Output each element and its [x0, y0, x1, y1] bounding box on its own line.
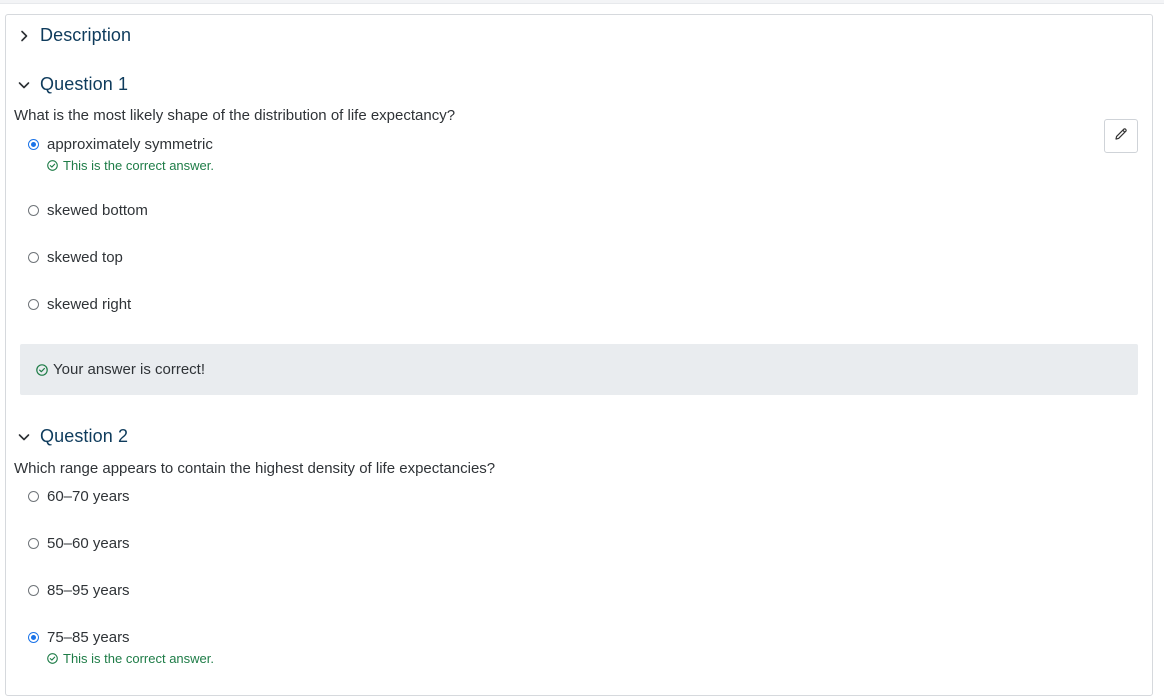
- chevron-down-icon: [16, 77, 32, 93]
- option-label: skewed top: [47, 249, 123, 266]
- q2-correct-note: This is the correct answer.: [47, 651, 214, 666]
- top-strip: [0, 0, 1164, 4]
- radio[interactable]: [28, 585, 39, 596]
- q2-option-1[interactable]: 60–70 years: [28, 488, 130, 505]
- radio[interactable]: [28, 491, 39, 502]
- q1-feedback: Your answer is correct!: [20, 344, 1138, 395]
- q1-option-3[interactable]: skewed top: [28, 249, 123, 266]
- q1-correct-note: This is the correct answer.: [47, 158, 214, 173]
- q2-option-3[interactable]: 85–95 years: [28, 582, 130, 599]
- q2-option-4[interactable]: 75–85 years: [28, 629, 130, 646]
- chevron-right-icon: [16, 28, 32, 44]
- radio[interactable]: [28, 538, 39, 549]
- q2-option-2[interactable]: 50–60 years: [28, 535, 130, 552]
- option-label: skewed right: [47, 296, 132, 313]
- check-circle-icon: [47, 160, 58, 171]
- question2-toggle[interactable]: Question 2: [16, 426, 128, 447]
- correct-note-text: This is the correct answer.: [63, 651, 214, 666]
- pencil-icon: [1114, 127, 1128, 146]
- edit-button[interactable]: [1104, 119, 1138, 153]
- radio[interactable]: [28, 205, 39, 216]
- option-label: 85–95 years: [47, 582, 130, 599]
- question1-title: Question 1: [40, 74, 129, 94]
- radio-selected[interactable]: [28, 139, 39, 150]
- question2-title: Question 2: [40, 426, 129, 446]
- quiz-panel: Description Question 1 What is the most …: [5, 14, 1153, 696]
- q1-option-1[interactable]: approximately symmetric: [28, 136, 213, 153]
- correct-note-text: This is the correct answer.: [63, 158, 214, 173]
- check-circle-icon: [36, 363, 48, 376]
- check-circle-icon: [47, 653, 58, 664]
- question1-prompt: What is the most likely shape of the dis…: [14, 107, 456, 124]
- question1-toggle[interactable]: Question 1: [16, 74, 128, 95]
- feedback-text: Your answer is correct!: [53, 361, 206, 378]
- option-label: 50–60 years: [47, 535, 130, 552]
- radio[interactable]: [28, 299, 39, 310]
- option-label: 75–85 years: [47, 629, 130, 646]
- option-label: skewed bottom: [47, 202, 148, 219]
- q1-option-4[interactable]: skewed right: [28, 296, 131, 313]
- q1-option-2[interactable]: skewed bottom: [28, 202, 148, 219]
- chevron-down-icon: [16, 429, 32, 445]
- option-label: approximately symmetric: [47, 136, 213, 153]
- radio-selected[interactable]: [28, 632, 39, 643]
- description-toggle[interactable]: Description: [16, 25, 131, 46]
- description-title: Description: [40, 25, 132, 45]
- question2-prompt: Which range appears to contain the highe…: [14, 460, 496, 477]
- option-label: 60–70 years: [47, 488, 130, 505]
- radio[interactable]: [28, 252, 39, 263]
